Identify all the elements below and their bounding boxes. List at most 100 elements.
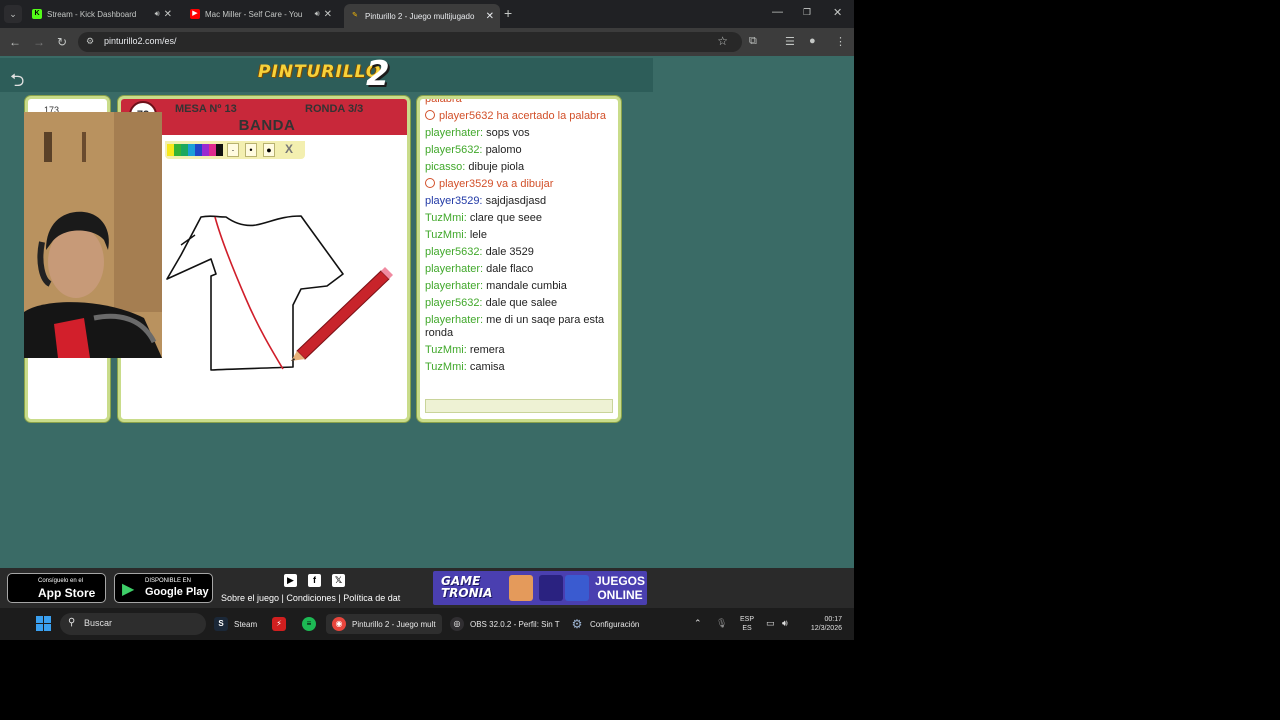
page-footer: Consíguelo en el App Store ▶ DISPONIBLE … xyxy=(0,568,854,610)
bookmark-star-icon[interactable]: ☆ xyxy=(717,34,728,48)
chat-nickname: picasso: xyxy=(425,161,466,173)
language-code: ESP xyxy=(740,616,755,623)
close-tab-icon[interactable]: ✕ xyxy=(164,9,172,20)
drawing-canvas[interactable] xyxy=(121,99,410,422)
back-to-lobby-icon[interactable]: ⮌ xyxy=(10,68,24,98)
google-play-label: Google Play xyxy=(145,586,209,598)
speaker-icon[interactable]: 🔊︎ xyxy=(155,9,160,19)
chat-message: playerhater: sops vos xyxy=(425,127,615,140)
chat-system-message: player5632 ha acertado la palabra xyxy=(425,110,615,123)
chat-message: player3529: sajdjasdjasd xyxy=(425,195,615,208)
pencil-cursor-icon xyxy=(291,267,393,361)
chat-message: picasso: dibuje piola xyxy=(425,161,615,174)
gametronia-logo: GAME TRONIA xyxy=(441,575,492,599)
settings-icon: ⚙ xyxy=(571,617,583,631)
taskbar-search[interactable]: ⚲ Buscar xyxy=(60,613,206,635)
gametronia-banner[interactable]: GAME TRONIA JUEGOS ONLINE xyxy=(433,571,647,605)
x-icon[interactable]: 𝕏 xyxy=(332,574,345,587)
chat-system-text: player5632 ha acertado la palabra xyxy=(439,110,606,122)
browser-tab-strip: ⌄ K Stream - Kick Dashboard 🔊︎ ✕ ▶ Mac M… xyxy=(0,0,854,28)
restore-icon[interactable]: ❐ xyxy=(803,7,811,18)
site-info-icon[interactable]: ⚙ xyxy=(86,36,94,47)
steam-icon: S xyxy=(214,617,228,631)
profile-avatar-icon[interactable]: ● xyxy=(809,35,816,47)
chat-system-text: player3529 va a dibujar xyxy=(439,178,554,190)
taskbar-settings[interactable]: ⚙ Configuración xyxy=(570,614,640,634)
chat-text: palomo xyxy=(485,144,522,156)
chat-message: TuzMmi: camisa xyxy=(425,361,615,374)
taskbar-app-label: Steam xyxy=(234,619,258,629)
back-arrow-icon[interactable]: ← xyxy=(9,35,21,49)
volume-icon[interactable]: 🔊︎ xyxy=(782,618,788,629)
tab-title: Stream - Kick Dashboard xyxy=(47,9,137,19)
media-control-icon[interactable]: ☰ xyxy=(785,35,795,48)
chat-nickname: player3529: xyxy=(425,195,483,207)
chrome-icon: ◉ xyxy=(332,617,346,631)
speaker-icon[interactable]: 🔊︎ xyxy=(315,9,320,19)
tab-kick-dashboard[interactable]: K Stream - Kick Dashboard 🔊︎ ✕ xyxy=(26,4,178,24)
google-play-icon: ▶ xyxy=(122,581,135,598)
taskbar-chrome[interactable]: ◉ Pinturillo 2 - Juego mult xyxy=(326,614,442,634)
layout-code: ES xyxy=(742,625,752,632)
chat-messages: palabra player5632 ha acertado la palabra… xyxy=(425,99,615,378)
rocket-thumbnail-icon xyxy=(539,575,563,601)
chat-nickname: TuzMmi: xyxy=(425,212,467,224)
taskbar-app-label: Pinturillo 2 - Juego mult xyxy=(352,619,436,629)
windows-start-icon[interactable] xyxy=(36,616,52,632)
keyboard-language[interactable]: ESP ES xyxy=(740,615,754,633)
extensions-icon[interactable]: ⧉ xyxy=(749,35,757,48)
chat-input[interactable] xyxy=(425,399,613,413)
chat-nickname: playerhater: xyxy=(425,280,484,292)
url-text[interactable]: pinturillo2.com/es/ xyxy=(104,36,177,46)
tab-search-button[interactable]: ⌄ xyxy=(4,5,22,23)
microphone-icon[interactable]: 🎙︎ xyxy=(716,618,727,629)
tshirt-sleeve-line xyxy=(180,234,196,246)
system-clock[interactable]: 00:17 12/3/2026 xyxy=(800,615,842,633)
chat-nickname: TuzMmi: xyxy=(425,344,467,356)
screen: ⌄ K Stream - Kick Dashboard 🔊︎ ✕ ▶ Mac M… xyxy=(0,0,854,640)
browser-menu-icon[interactable]: ⋮ xyxy=(835,35,846,48)
chat-text: dale 3529 xyxy=(485,246,534,258)
chat-nickname: TuzMmi: xyxy=(425,229,467,241)
search-icon: ⚲ xyxy=(68,617,76,628)
lightning-app-icon: ⚡︎ xyxy=(272,617,286,631)
tab-title: Pinturillo 2 - Juego multijugado xyxy=(365,11,475,21)
gametronia-line2: TRONIA xyxy=(441,586,493,600)
taskbar-lightning-app[interactable]: ⚡︎ xyxy=(272,614,292,634)
close-tab-icon[interactable]: ✕ xyxy=(324,9,332,20)
pinturillo-favicon-icon: ✎ xyxy=(352,12,358,19)
facebook-icon[interactable]: f xyxy=(308,574,321,587)
chat-message: TuzMmi: clare que seee xyxy=(425,212,615,225)
footer-links[interactable]: Sobre el juego | Condiciones | Política … xyxy=(221,593,400,603)
show-hidden-icons-icon[interactable]: ⌃ xyxy=(694,618,702,629)
tab-pinturillo[interactable]: ✎ Pinturillo 2 - Juego multijugado ✕ xyxy=(344,4,500,28)
game-thumbnail-icon xyxy=(565,575,589,601)
chat-system-message: player3529 va a dibujar xyxy=(425,178,615,191)
taskbar-obs[interactable]: ◎ OBS 32.0.2 - Perfil: Sin T xyxy=(450,614,560,634)
minimize-icon[interactable]: — xyxy=(772,6,783,18)
chat-system-message: palabra xyxy=(425,99,615,106)
app-store-button[interactable]: Consíguelo en el App Store xyxy=(7,573,106,603)
pinturillo-page: ⮌ PINTURILLO 2 173 72 MESA Nº 13 RONDA 3… xyxy=(0,54,854,610)
network-icon[interactable]: ▭ xyxy=(766,618,775,629)
spotify-icon: ≡ xyxy=(302,617,316,631)
close-tab-icon[interactable]: ✕ xyxy=(486,11,494,22)
google-play-button[interactable]: ▶ DISPONIBLE EN Google Play xyxy=(114,573,213,603)
taskbar-steam[interactable]: S Steam xyxy=(214,614,257,634)
tab-youtube-mac-miller[interactable]: ▶ Mac Miller - Self Care - You 🔊︎ ✕ xyxy=(184,4,338,24)
reload-icon[interactable]: ↻ xyxy=(57,35,67,49)
game-thumbnail-icon xyxy=(509,575,533,601)
chat-text: lele xyxy=(469,229,487,241)
window-close-icon[interactable]: ✕ xyxy=(833,6,842,19)
search-label: Buscar xyxy=(84,618,113,628)
address-bar[interactable]: ⚙ pinturillo2.com/es/ ☆ xyxy=(78,32,742,52)
google-play-small-text: DISPONIBLE EN xyxy=(145,578,192,584)
forward-arrow-icon[interactable]: → xyxy=(33,35,45,49)
chat-message: player5632: dale que salee xyxy=(425,297,615,310)
red-band-stroke xyxy=(214,216,284,370)
taskbar-spotify[interactable]: ≡ xyxy=(302,614,322,634)
youtube-icon[interactable]: ▶ xyxy=(284,574,297,587)
system-notice-icon xyxy=(425,178,435,188)
new-tab-button[interactable]: + xyxy=(504,5,512,21)
app-store-label: App Store xyxy=(38,586,96,600)
